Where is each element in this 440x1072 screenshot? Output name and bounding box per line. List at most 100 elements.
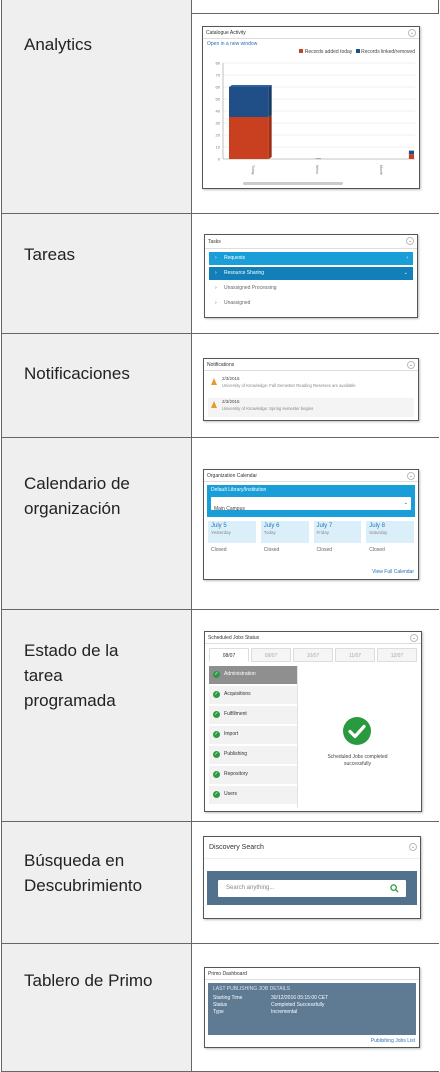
y-tick-label: 0 — [218, 157, 221, 162]
institution-select[interactable]: Main Campus ⌄ — [211, 497, 411, 512]
job-detail-row: Type Incremental — [213, 1009, 411, 1016]
task-item[interactable]: › Resource Sharing ⌄ — [209, 267, 413, 280]
publishing-jobs-list-link[interactable]: Publishing Jobs List — [371, 1038, 415, 1045]
row-label: Estado de la tarea programada — [24, 641, 119, 710]
job-detail-value: Completed Successfully — [271, 1002, 325, 1008]
job-item[interactable]: ✓ Import — [209, 726, 297, 744]
task-label: Unassigned Processing — [224, 285, 277, 291]
job-label: Import — [224, 731, 239, 737]
bar-records-linked-removed — [229, 87, 269, 117]
check-circle-icon: ✓ — [213, 731, 220, 738]
x-tick-label: Week — [315, 165, 319, 174]
job-item[interactable]: ✓ Publishing — [209, 746, 297, 764]
y-tick-label: 40 — [216, 109, 221, 114]
notification-item[interactable]: 2/3/2015 University of Knowledge: Fall Se… — [208, 375, 414, 394]
row-label: Búsqueda en Descubrimiento — [24, 851, 143, 895]
legend-item-2: Records linked/removed — [361, 49, 415, 55]
widget-title: Notifications — [207, 362, 235, 368]
widget-title: Tasks — [208, 239, 221, 245]
y-tick-label: 10 — [216, 145, 221, 150]
row-label: Tablero de Primo — [24, 971, 153, 990]
table-row: Estado de la tarea programada Scheduled … — [2, 610, 439, 822]
calendar-day-sub: Friday — [316, 530, 330, 535]
search-icon[interactable] — [390, 884, 399, 893]
y-tick-label: 50 — [216, 97, 221, 102]
jobs-list: ✓ Administration ✓ Acquisitions ✓ Fulfillment… — [209, 666, 297, 806]
task-bullet-icon: › — [215, 270, 217, 276]
jobs-status-message: Scheduled Jobs completed successfully — [327, 754, 388, 767]
check-circle-icon: ✓ — [213, 751, 220, 758]
analytics-widget: Catalogue Activity ⌄ Open in a new window… — [202, 26, 420, 189]
bar-side-face — [268, 115, 272, 159]
panel-heading: LAST PUBLISHING JOB DETAILS — [213, 986, 291, 992]
table-top-strip — [2, 0, 439, 14]
widget-title: Organization Calendar — [207, 473, 258, 479]
y-tick-label: 60 — [216, 85, 221, 90]
task-item[interactable]: › Unassigned — [209, 297, 413, 310]
job-detail-key: Type — [213, 1009, 224, 1015]
search-input[interactable]: Search anything... — [218, 880, 406, 897]
calendar-day[interactable]: July 6 Today Closed — [260, 521, 309, 563]
calendar-status: Closed — [369, 547, 385, 553]
y-tick-label: 80 — [216, 61, 221, 66]
task-bullet-icon: › — [215, 300, 217, 306]
task-item[interactable]: › Unassigned Processing — [209, 282, 413, 295]
search-panel: Search anything... — [207, 871, 417, 905]
legend-item-1: Records added today — [304, 49, 353, 55]
row-label: Tareas — [24, 245, 76, 264]
row-label: Notificaciones — [24, 364, 130, 383]
job-item[interactable]: ✓ Users — [209, 786, 297, 804]
calendar-day[interactable]: July 8 Saturday Closed — [366, 521, 414, 563]
jobs-status-panel: Scheduled Jobs completed successfully — [297, 666, 417, 808]
calendar-day-sub: Yesterday — [211, 530, 231, 535]
date-tab[interactable]: 09/07 — [251, 648, 291, 662]
chevron-down-icon[interactable]: ⌄ — [410, 634, 418, 642]
task-bullet-icon: › — [215, 255, 217, 261]
job-item[interactable]: ✓ Administration — [209, 666, 297, 684]
bar-side-face — [268, 85, 272, 117]
table-row: Búsqueda en Descubrimiento Discovery Sea… — [2, 822, 439, 944]
date-tab[interactable]: 12/07 — [377, 648, 417, 662]
widget-header: Discovery Search ⌄ — [204, 837, 420, 859]
y-tick-label: 20 — [216, 133, 221, 138]
date-tab[interactable]: 08/07 — [209, 648, 249, 662]
job-item[interactable]: ✓ Acquisitions — [209, 686, 297, 704]
job-label: Users — [224, 791, 238, 797]
chevron-down-icon[interactable]: ⌄ — [406, 237, 414, 245]
open-new-window-link[interactable]: Open in a new window — [207, 41, 257, 48]
chevron-down-icon[interactable]: ⌄ — [407, 361, 415, 369]
calendar-date: July 7 — [316, 523, 333, 529]
tasks-widget: Tasks ⌄ › Requests › › Resource Sharing ⌄ › Unas… — [204, 234, 418, 318]
alert-icon — [211, 378, 217, 385]
task-item[interactable]: › Requests › — [209, 252, 413, 265]
chart-scrollbar[interactable] — [243, 182, 343, 185]
calendar-day[interactable]: July 7 Friday Closed — [313, 521, 362, 563]
bar-records-added-today — [229, 117, 269, 159]
date-tab[interactable]: 11/07 — [335, 648, 375, 662]
notification-item[interactable]: 2/3/2015 University of Knowledge: Spring … — [208, 398, 414, 417]
calendar-status: Closed — [263, 547, 280, 553]
notification-text: University of Knowledge: Fall Semester R… — [222, 383, 356, 388]
calendar-status: Closed — [211, 547, 227, 553]
table-row: Tareas Tasks ⌄ › Requests › › Resource Sharin… — [2, 214, 439, 334]
task-label: Requests — [224, 255, 246, 261]
bar-top-face — [229, 85, 272, 87]
chevron-down-icon[interactable]: ⌄ — [409, 843, 417, 851]
date-tab[interactable]: 10/07 — [293, 648, 333, 662]
legend-swatch-1 — [299, 49, 304, 53]
x-tick-label: Month — [379, 165, 383, 175]
check-circle-icon: ✓ — [213, 711, 220, 718]
table-row: Tablero de Primo Primo Dashboard LAST PU… — [2, 944, 439, 1072]
job-item[interactable]: ✓ Repository — [209, 766, 297, 784]
chevron-down-icon[interactable]: ⌄ — [407, 472, 415, 480]
calendar-day-header: July 5 Yesterday — [208, 521, 256, 543]
chevron-down-icon[interactable]: ⌄ — [408, 29, 416, 37]
widget-title: Primo Dashboard — [208, 971, 247, 977]
task-label: Unassigned — [224, 300, 251, 306]
row-label: Analytics — [24, 35, 93, 54]
calendar-day[interactable]: July 5 Yesterday Closed — [208, 521, 256, 563]
job-item[interactable]: ✓ Fulfillment — [209, 706, 297, 724]
notifications-widget: Notifications ⌄ 2/3/2015 University of Kno… — [203, 358, 419, 421]
view-full-calendar-link[interactable]: View Full Calendar — [372, 569, 414, 576]
job-label: Fulfillment — [224, 711, 247, 717]
